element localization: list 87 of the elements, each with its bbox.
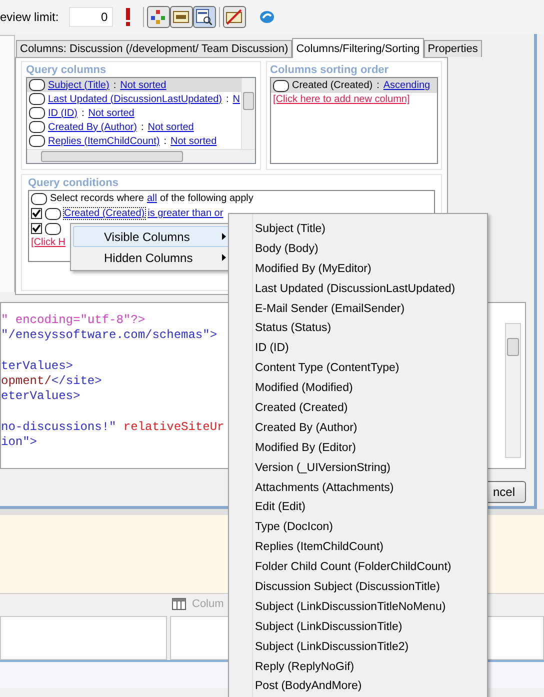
menu-item[interactable]: Post (BodyAndMore) [255, 676, 487, 696]
menu-item[interactable]: Subject (LinkDiscussionTitle2) [255, 636, 487, 657]
column-link[interactable]: Last Updated (DiscussionLastUpdated) [48, 94, 222, 104]
column-link[interactable]: Created By (Author) [48, 122, 137, 132]
horizontal-scrollbar[interactable] [27, 149, 255, 163]
column-row[interactable]: Last Updated (DiscussionLastUpdated) : N [27, 92, 241, 106]
submenu-arrow-icon [222, 254, 226, 261]
checkbox[interactable] [31, 223, 42, 234]
menu-item[interactable]: Discussion Subject (DiscussionTitle) [255, 577, 487, 597]
code-line: opment/</site> [1, 374, 102, 390]
code-line: ion"> [1, 435, 38, 451]
column-link[interactable]: Replies (ItemChildCount) [48, 136, 160, 146]
menu-item[interactable]: Last Updated (DiscussionLastUpdated) [255, 278, 487, 299]
submenu-arrow-icon [222, 233, 226, 240]
checkbox[interactable] [31, 208, 42, 219]
column-row[interactable]: Created By (Author) : Not sorted [27, 120, 241, 134]
toggle-icon[interactable] [31, 192, 47, 204]
menu-item[interactable]: Subject (LinkDiscussionTitle) [255, 616, 487, 637]
vertical-scrollbar[interactable] [241, 78, 255, 149]
toggle-icon[interactable] [273, 80, 289, 92]
preview-limit-field[interactable]: 0 [68, 7, 113, 27]
order-link[interactable]: Ascending [383, 80, 430, 91]
preview-icon[interactable] [192, 6, 216, 28]
toggle-icon[interactable] [45, 222, 61, 234]
code-line: " encoding="utf-8"?> [1, 313, 146, 328]
toggle-icon[interactable] [45, 208, 61, 220]
menu-item[interactable]: Created (Created) [255, 398, 487, 418]
column-row[interactable]: Subject (Title) : Not sorted [27, 78, 241, 92]
exclamation-icon [124, 8, 131, 26]
menu-item[interactable]: Modified By (MyEditor) [255, 258, 487, 279]
menu-item[interactable]: Replies (ItemChildCount) [255, 537, 487, 558]
column-row[interactable]: Replies (ItemChildCount) : Not sorted [27, 134, 241, 148]
menu-item[interactable]: Folder Child Count (FolderChildCount) [255, 557, 487, 578]
group-title: Columns sorting order [270, 64, 390, 76]
condition-text: of the following apply [160, 193, 254, 204]
column-name: Created (Created) [292, 80, 373, 91]
preview-limit-label: eview limit: [0, 10, 59, 24]
menu-item[interactable]: ID (ID) [255, 338, 487, 358]
code-line: eterValues> [1, 389, 80, 405]
tab[interactable]: Properties [424, 40, 482, 57]
menu-item[interactable]: Content Type (ContentType) [255, 358, 487, 378]
add-column-link[interactable]: [Click here to add new column] [271, 94, 410, 105]
menu-item[interactable]: Modified By (Editor) [255, 438, 487, 458]
mode-link[interactable]: all [146, 193, 157, 204]
menu-item[interactable]: Hidden Columns [73, 247, 233, 268]
sort-link[interactable]: Not sorted [120, 80, 166, 90]
menu-item[interactable]: Type (DocIcon) [255, 517, 487, 538]
tab[interactable]: Columns/Filtering/Sorting [292, 38, 424, 58]
group-title: Query columns [26, 64, 108, 76]
toggle-icon[interactable] [29, 121, 45, 133]
columns-icon[interactable] [172, 598, 186, 610]
menu-item[interactable]: Reply (ReplyNoGif) [255, 656, 487, 676]
menu-item[interactable]: Status (Status) [255, 318, 487, 338]
field-link[interactable]: Created (Created) [64, 208, 145, 219]
colon-text: : [226, 94, 229, 104]
sort-link[interactable]: Not sorted [170, 136, 217, 146]
diagram-icon[interactable] [146, 6, 170, 28]
menu-item[interactable]: Created By (Author) [255, 418, 487, 438]
condition-text: Select records where [50, 193, 144, 204]
group-title: Query conditions [28, 177, 120, 189]
code-line: "/enesyssoftware.com/schemas"> [1, 328, 218, 344]
code-line: terValues> [1, 358, 74, 374]
column-link[interactable]: Subject (Title) [48, 80, 110, 90]
toggle-icon[interactable] [29, 79, 45, 91]
colon-text: : [140, 122, 144, 132]
operator-link[interactable]: is greater than or [148, 208, 224, 219]
toggle-icon[interactable] [29, 107, 45, 119]
vertical-scrollbar[interactable] [505, 323, 521, 458]
sort-row[interactable]: Created (Created) : Ascending [271, 78, 437, 93]
colon-text: : [81, 108, 84, 118]
add-condition-link[interactable]: [Click H [29, 237, 66, 248]
colon-text: : [164, 136, 166, 146]
menu-item[interactable]: Subject (Title) [255, 219, 487, 239]
toggle-icon[interactable] [29, 135, 45, 147]
column-link[interactable]: ID (ID) [48, 108, 78, 118]
colon-text: : [376, 80, 380, 91]
menu-item[interactable]: Modified (Modified) [255, 378, 487, 398]
colon-text: : [113, 80, 116, 90]
column-row[interactable]: ID (ID) : Not sorted [27, 106, 241, 120]
code-line: no-discussions!" relativeSiteUr [1, 420, 224, 436]
tab[interactable]: Columns: Discussion (/development/ Team Discussion) [16, 40, 292, 57]
toggle-icon[interactable] [29, 93, 45, 105]
sort-link[interactable]: Not sorted [88, 108, 134, 118]
menu-item[interactable]: Body (Body) [255, 238, 487, 259]
sort-link[interactable]: Not sorted [148, 122, 194, 132]
menu-item[interactable]: Subject (LinkDiscussionTitleNoMenu) [255, 596, 487, 617]
sort-link[interactable]: N [232, 94, 240, 104]
